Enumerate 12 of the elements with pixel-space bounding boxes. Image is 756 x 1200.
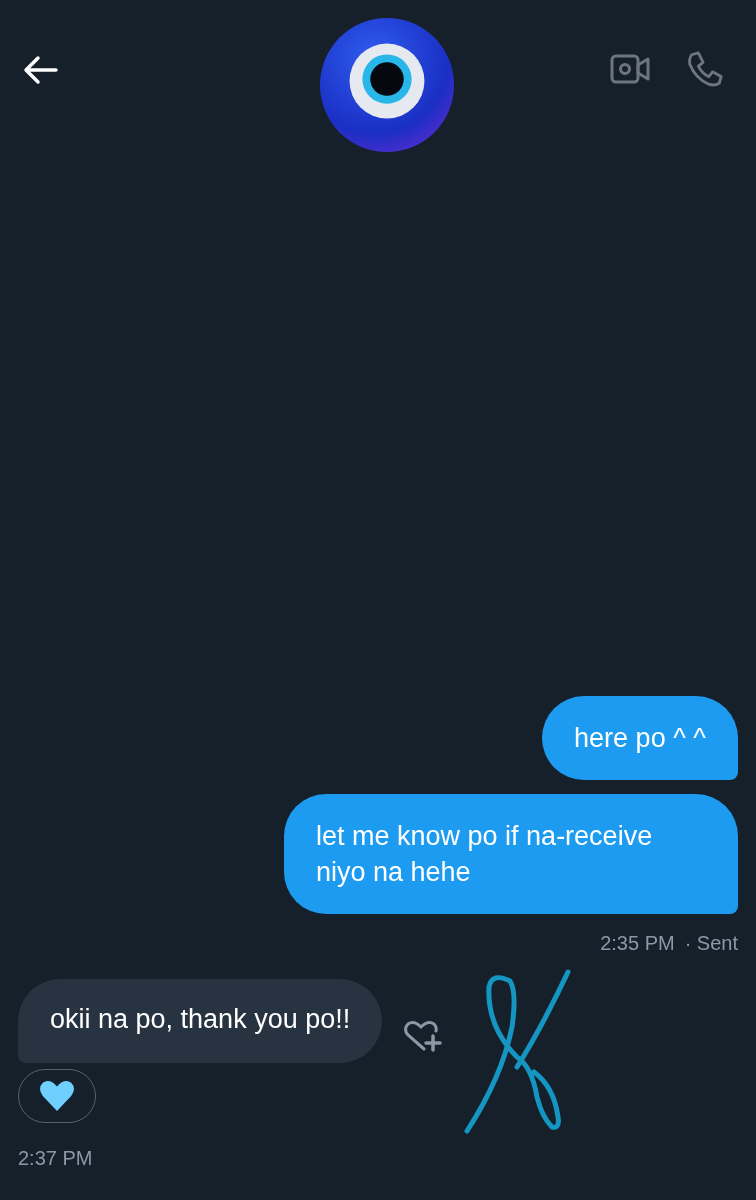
phone-icon[interactable] xyxy=(686,50,724,88)
heart-icon xyxy=(38,1079,76,1113)
sent-message: let me know po if na-receive niyo na hehe xyxy=(284,794,738,914)
video-call-icon[interactable] xyxy=(610,53,650,85)
add-reaction-icon[interactable] xyxy=(402,1019,443,1053)
received-message: okii na po, thank you po!! xyxy=(18,979,383,1063)
sent-message: here po ^ ^ xyxy=(542,696,738,780)
evil-eye-avatar-icon xyxy=(318,16,456,154)
message-time: 2:37 PM xyxy=(18,1147,93,1170)
message-time: 2:35 PM xyxy=(600,932,675,955)
back-arrow-icon[interactable] xyxy=(22,55,58,85)
message-status: · Sent xyxy=(684,932,738,955)
